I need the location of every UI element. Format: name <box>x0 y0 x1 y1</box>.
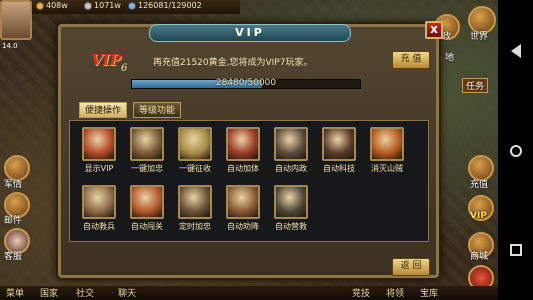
feature-item[interactable]: 自动救兵 <box>76 185 122 235</box>
feature-item[interactable]: 自动闯关 <box>124 185 170 235</box>
vip-progress-bar: 28480/50000 <box>131 78 361 89</box>
feature-label: 一键征收 <box>179 164 211 173</box>
feature-icon <box>322 127 356 161</box>
feature-item[interactable]: 一键加忠 <box>124 127 170 177</box>
silver-stat: 1071w <box>84 1 121 10</box>
map-label: 地 <box>445 53 455 63</box>
back-nav-icon[interactable] <box>510 43 521 58</box>
close-button[interactable]: x <box>425 21 443 39</box>
feature-item[interactable]: 显示VIP <box>76 127 122 177</box>
gold-stat: 408w <box>36 1 68 10</box>
feature-label: 自动营救 <box>275 222 307 231</box>
world-label: 世界 <box>470 32 489 42</box>
feature-item[interactable]: 自动加体 <box>220 127 266 177</box>
chat-button[interactable]: 聊天 <box>118 286 136 299</box>
feature-item[interactable]: 自动劝降 <box>220 185 266 235</box>
feature-item[interactable]: 一键征收 <box>172 127 218 177</box>
intel-label: 军情 <box>4 180 23 190</box>
vip-dialog: VIP x VIP 6 再充值21520黄金,您将成为VIP7玩家。 充 值 2… <box>58 21 443 278</box>
silver-icon <box>84 1 92 10</box>
feature-icon <box>82 185 116 219</box>
tab-quick-actions[interactable]: 便捷操作 <box>79 102 128 118</box>
politics-label: 政 <box>442 32 452 42</box>
feature-label: 自动内政 <box>275 164 307 173</box>
tab-level-features[interactable]: 等级功能 <box>133 102 182 118</box>
generals-button[interactable]: 将领 <box>386 286 404 299</box>
feature-icon <box>274 185 308 219</box>
feature-label: 定时加忠 <box>179 222 211 231</box>
recharge-message: 再充值21520黄金,您将成为VIP7玩家。 <box>153 58 313 68</box>
feature-label: 自动闯关 <box>131 222 163 231</box>
android-nav-bar <box>498 0 533 300</box>
troops-icon <box>128 1 136 10</box>
feature-item[interactable]: 自动内政 <box>268 127 314 177</box>
feature-label: 消灭山贼 <box>371 164 403 173</box>
back-button[interactable]: 返 回 <box>392 258 430 276</box>
vip-label: VIP <box>470 211 487 221</box>
feature-icon <box>130 127 164 161</box>
feature-icon <box>226 127 260 161</box>
feature-item[interactable]: 自动科技 <box>316 127 362 177</box>
troops-stat: 126081/129002 <box>128 1 202 10</box>
topup-button[interactable]: 充 值 <box>392 51 430 69</box>
gold-value: 408w <box>46 1 68 10</box>
feature-icon <box>82 127 116 161</box>
feature-icon <box>274 127 308 161</box>
menu-button[interactable]: 菜单 <box>6 286 24 299</box>
troops-value: 126081/129002 <box>138 1 202 10</box>
feature-label: 一键加忠 <box>131 164 163 173</box>
feature-label: 自动加体 <box>227 164 259 173</box>
nation-button[interactable]: 国家 <box>40 286 58 299</box>
feature-item[interactable]: 消灭山贼 <box>364 127 410 177</box>
feature-item[interactable]: 自动营救 <box>268 185 314 235</box>
support-label: 客服 <box>4 252 23 262</box>
recents-nav-icon[interactable] <box>509 244 522 257</box>
silver-value: 1071w <box>94 1 121 10</box>
mail-label: 邮件 <box>4 216 23 226</box>
quest-button[interactable]: 任务 <box>462 78 489 93</box>
shop-label: 商城 <box>470 252 489 262</box>
feature-item[interactable]: 定时加忠 <box>172 185 218 235</box>
arena-button[interactable]: 竞技 <box>352 286 370 299</box>
home-nav-icon[interactable] <box>509 144 522 157</box>
feature-panel: 显示VIP 一键加忠 一键征收 自动加体 自动内政 自动科技 消灭山贼自动救兵 自动闯关 定时加… <box>69 120 429 242</box>
feature-label: 显示VIP <box>84 164 114 173</box>
vip-badge: VIP <box>91 51 121 69</box>
feature-label: 自动科技 <box>323 164 355 173</box>
feature-icon <box>370 127 404 161</box>
player-level: 14.0 <box>2 42 18 50</box>
feature-icon <box>178 127 212 161</box>
player-avatar[interactable] <box>0 0 32 40</box>
dialog-title: VIP <box>149 24 351 42</box>
feature-icon <box>226 185 260 219</box>
vip-progress-text: 28480/50000 <box>215 78 277 88</box>
feature-icon <box>178 185 212 219</box>
feature-label: 自动劝降 <box>227 222 259 231</box>
vip-level-number: 6 <box>121 63 128 74</box>
social-button[interactable]: 社交 <box>76 286 94 299</box>
treasury-button[interactable]: 宝库 <box>420 286 438 299</box>
recharge-label: 充值 <box>470 180 489 190</box>
gold-icon <box>36 1 44 10</box>
feature-label: 自动救兵 <box>83 222 115 231</box>
feature-icon <box>130 185 164 219</box>
